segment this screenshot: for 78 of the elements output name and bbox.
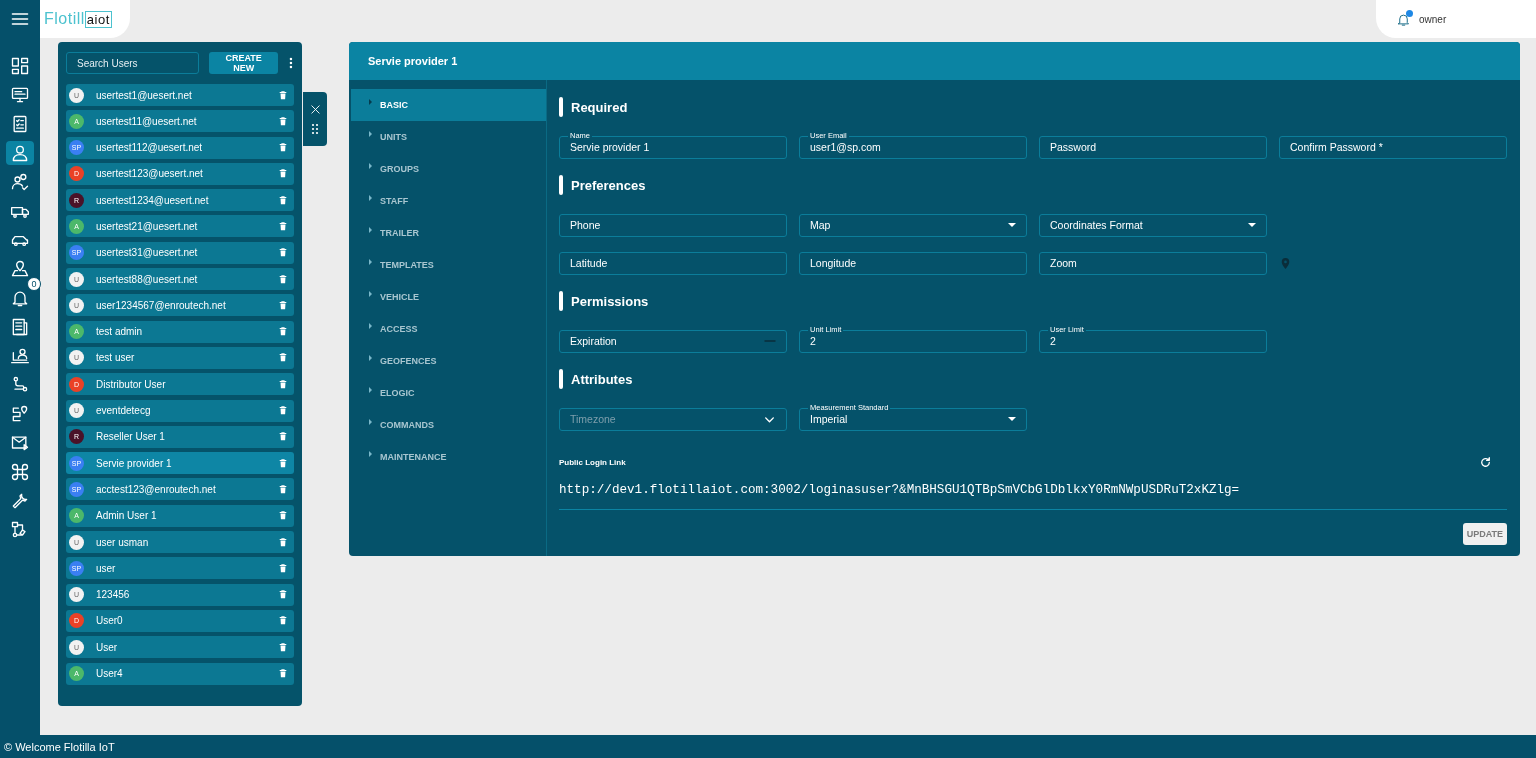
command-icon (10, 462, 30, 482)
login-link[interactable]: http://dev1.flotillaiot.com:3002/loginasuser?&MnBHSGU1QTBpSmVCbGlDblkxY0RmNWpUSDRuT2xKZlg= (559, 483, 1507, 497)
trash-icon[interactable] (278, 405, 288, 417)
trash-icon[interactable] (278, 483, 288, 495)
route-pin-icon (10, 404, 30, 424)
card-title: Servie provider 1 (368, 55, 458, 67)
dashboard-icon (10, 56, 30, 76)
trash-icon[interactable] (278, 589, 288, 601)
user-name[interactable]: owner (1419, 13, 1447, 25)
bell-icon[interactable] (1396, 11, 1411, 27)
nav-tab[interactable]: TRAILER (349, 217, 546, 249)
text-field[interactable]: Zoom (1039, 251, 1267, 275)
nav-tab[interactable]: TEMPLATES (349, 249, 546, 281)
wrench-icon (10, 491, 30, 511)
nav-tab[interactable]: GEOFENCES (349, 345, 546, 377)
trash-icon[interactable] (278, 641, 288, 653)
users-check-icon (10, 172, 30, 192)
envelope-icon (10, 433, 30, 453)
trash-icon[interactable] (278, 615, 288, 627)
trash-icon[interactable] (278, 194, 288, 206)
nav-tab[interactable]: ACCESS (349, 313, 546, 345)
select-field[interactable]: Map (799, 213, 1027, 237)
close-icon[interactable] (309, 103, 321, 115)
trash-icon[interactable] (278, 299, 288, 311)
map-pin-icon (10, 259, 30, 279)
section-heading: Attributes (571, 371, 633, 387)
user-icon (10, 143, 30, 163)
caret-icon (1008, 417, 1016, 421)
nav-tab[interactable]: COMMANDS (349, 409, 546, 441)
trash-icon[interactable] (278, 142, 288, 154)
text-field[interactable]: Longitude (799, 251, 1027, 275)
trash-icon[interactable] (278, 668, 288, 680)
trash-icon[interactable] (278, 115, 288, 127)
trash-icon[interactable] (278, 168, 288, 180)
refresh-icon[interactable] (1479, 456, 1492, 469)
trash-icon[interactable] (278, 326, 288, 338)
monitor-icon (10, 85, 30, 105)
date-field[interactable]: Expiration (559, 329, 787, 353)
search-field[interactable]: Search Users (66, 52, 200, 74)
drag-handle-icon[interactable] (311, 122, 319, 135)
trash-icon[interactable] (278, 536, 288, 548)
select-field[interactable]: Coordinates Format (1039, 213, 1267, 237)
trash-icon[interactable] (278, 378, 288, 390)
nav-tab[interactable]: GROUPS (349, 153, 546, 185)
trash-icon[interactable] (278, 89, 288, 101)
nav-tab[interactable]: ELOGIC (349, 377, 546, 409)
logo: Flotill aiot (40, 0, 130, 38)
sidebar-item[interactable] (6, 141, 34, 165)
trash-icon[interactable] (278, 273, 288, 285)
section-heading: Preferences (571, 177, 646, 193)
text-field[interactable]: Password (1039, 135, 1267, 159)
trash-icon[interactable] (278, 352, 288, 364)
section-heading: Permissions (571, 293, 649, 309)
trash-icon[interactable] (278, 562, 288, 574)
footer-text: © Welcome Flotilla IoT (4, 740, 115, 753)
trash-icon[interactable] (278, 247, 288, 259)
caret-icon (1008, 223, 1016, 227)
nav-tab[interactable]: BASIC (351, 89, 546, 121)
create-new-button[interactable]: CREATE NEW (209, 52, 279, 74)
field-label: Public Login Link (559, 458, 626, 467)
dash-icon (764, 339, 776, 343)
nav-tab[interactable]: STAFF (349, 185, 546, 217)
section-heading: Required (571, 99, 628, 115)
trash-icon[interactable] (278, 431, 288, 443)
nav-tab[interactable]: MAINTENANCE (349, 441, 546, 473)
document-icon (10, 317, 30, 337)
text-field[interactable]: Confirm Password * (1279, 135, 1507, 159)
trash-icon[interactable] (278, 457, 288, 469)
laptop-user-icon (10, 346, 30, 366)
notification-badge: 0 (27, 277, 41, 291)
text-field[interactable]: Phone (559, 213, 787, 237)
trash-icon[interactable] (278, 510, 288, 522)
more-icon[interactable] (288, 55, 294, 71)
nav-tab[interactable]: UNITS (349, 121, 546, 153)
caret-icon (1248, 223, 1256, 227)
nav-tab[interactable]: VEHICLE (349, 281, 546, 313)
text-field[interactable]: Latitude (559, 251, 787, 275)
trash-icon[interactable] (278, 221, 288, 232)
